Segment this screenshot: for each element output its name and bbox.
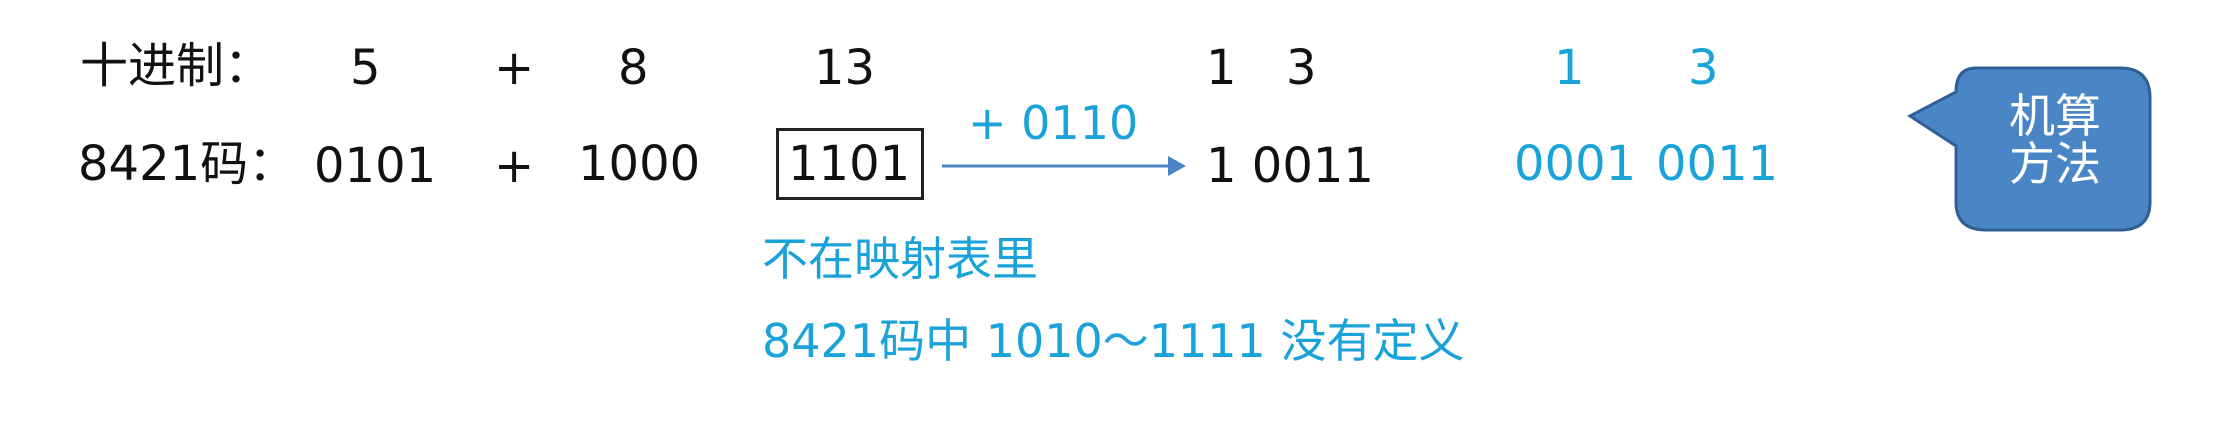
diagram-overlay [942,66,2152,232]
callout-line-2: 方法 [2009,137,2101,192]
callout-label: 机算 方法 [1970,92,2140,189]
correction-arrow [942,156,1186,176]
callout-line-1: 机算 [2009,89,2101,143]
